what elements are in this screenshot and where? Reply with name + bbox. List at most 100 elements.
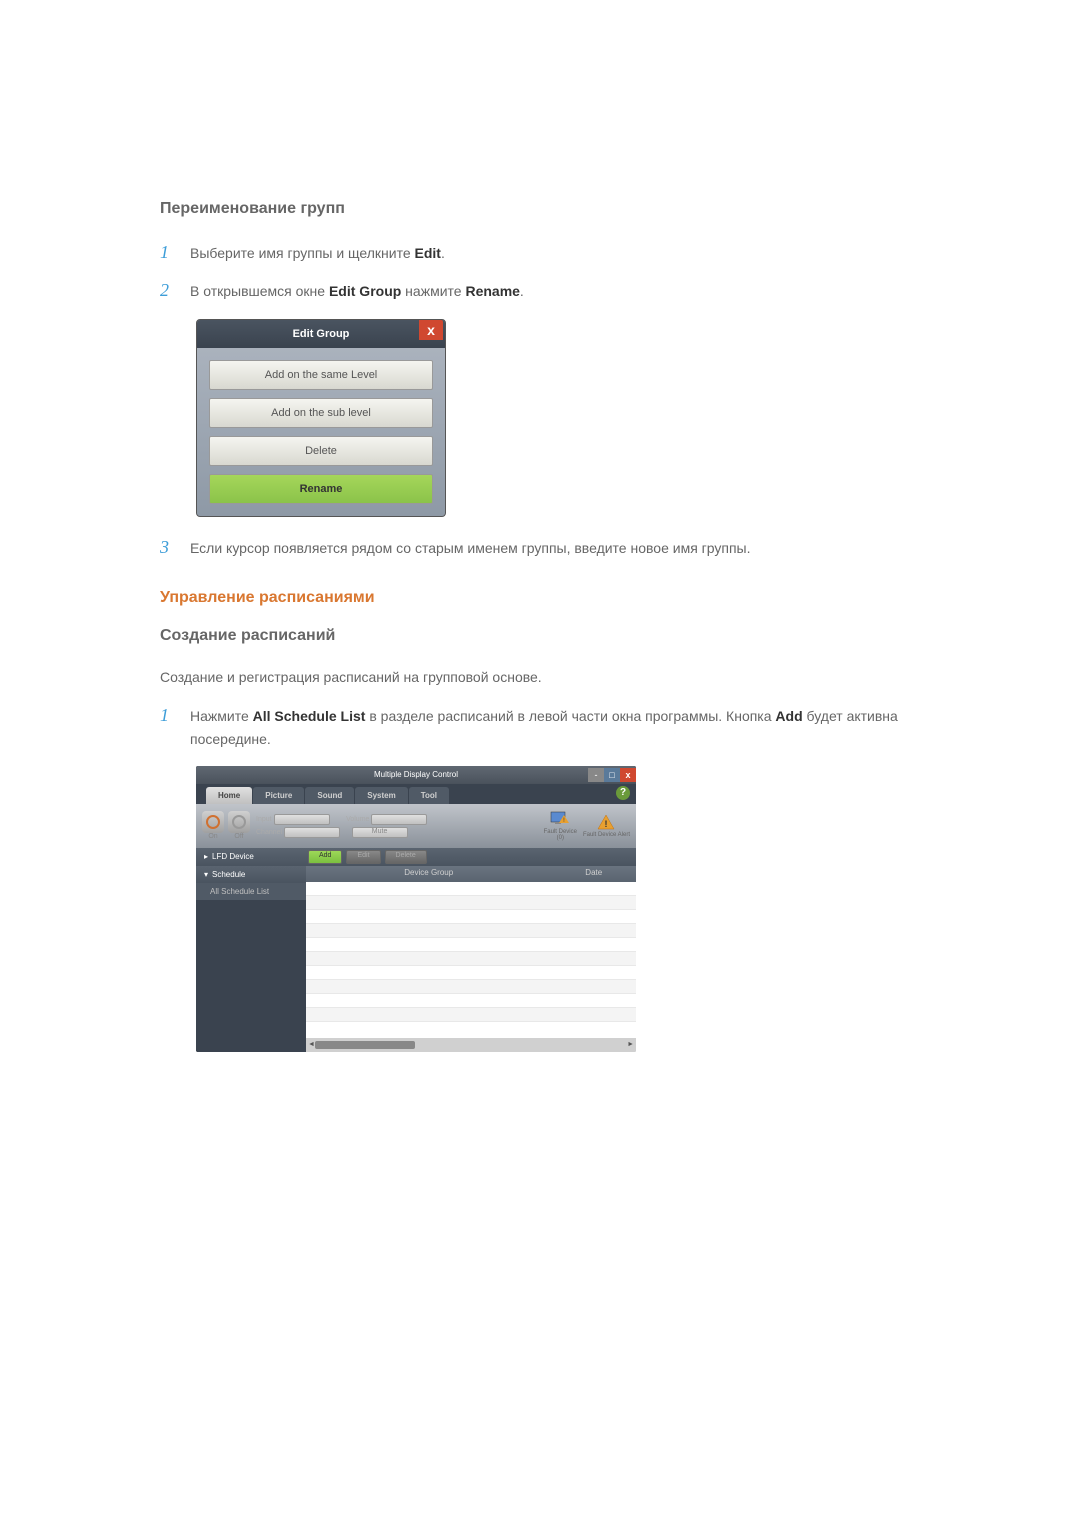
text-bold: Edit (415, 245, 441, 261)
heading-schedule-mgmt: Управление расписаниями (160, 589, 920, 607)
dialog-header: Edit Group x (197, 320, 445, 348)
edit-button: Edit (346, 850, 380, 864)
add-same-level-button[interactable]: Add on the same Level (209, 360, 433, 390)
text-part: Выберите имя группы и щелкните (190, 245, 415, 261)
text-part: Нажмите (190, 708, 253, 724)
app-body: ▾ Schedule All Schedule List Device Grou… (196, 866, 636, 1052)
step-2: 2 В открывшемся окне Edit Group нажмите … (160, 280, 920, 302)
power-on-button[interactable] (202, 811, 224, 833)
volume-section: Volume xMute (346, 814, 427, 838)
help-icon[interactable]: ? (616, 786, 630, 800)
input-label: Input (256, 816, 272, 823)
table-row (306, 882, 636, 896)
text-bold: Edit Group (329, 283, 401, 299)
text-part: . (520, 283, 524, 299)
table-row (306, 896, 636, 910)
table-row (306, 1008, 636, 1022)
sidebar-schedule[interactable]: ▾ Schedule (196, 866, 306, 883)
delete-button: Delete (385, 850, 427, 864)
step-number: 2 (160, 280, 190, 301)
sidebar-label: LFD Device (212, 852, 254, 861)
horizontal-scrollbar[interactable]: ◄ ► (306, 1038, 636, 1052)
power-off-label: Off (234, 833, 243, 840)
tab-picture[interactable]: Picture (253, 787, 304, 804)
volume-stepper[interactable] (371, 814, 427, 825)
sidebar-label: Schedule (212, 870, 245, 879)
volume-label: Volume (346, 816, 369, 823)
edit-group-dialog: Edit Group x Add on the same Level Add o… (196, 319, 446, 517)
rename-button[interactable]: Rename (209, 474, 433, 504)
power-on-label: On (208, 833, 217, 840)
channel-stepper[interactable] (284, 827, 340, 838)
section-title: Создание расписаний (160, 627, 920, 645)
content-header: Device Group Date (306, 866, 636, 882)
step-text: В открывшемся окне Edit Group нажмите Re… (190, 280, 524, 302)
mute-button[interactable]: Mute (352, 827, 408, 838)
dialog-body: Add on the same Level Add on the sub lev… (197, 348, 445, 516)
minimize-button[interactable]: - (588, 768, 604, 782)
app-titlebar: Multiple Display Control - □ x (196, 766, 636, 784)
app-tabs: Home Picture Sound System Tool ? (196, 784, 636, 804)
sidebar-lfd-device[interactable]: ▸ LFD Device (196, 848, 306, 866)
power-off-icon (232, 815, 246, 829)
dialog-title: Edit Group (197, 328, 445, 340)
close-button[interactable]: x (620, 768, 636, 782)
sidebar-item-all-schedule[interactable]: All Schedule List (196, 883, 306, 900)
chevron-down-icon: ▾ (204, 870, 208, 879)
input-dropdown[interactable] (274, 814, 330, 825)
step-number: 3 (160, 537, 190, 558)
app-sidebar: ▾ Schedule All Schedule List (196, 866, 306, 1052)
action-bar: Add Edit Delete (306, 848, 636, 866)
scroll-left-icon[interactable]: ◄ (308, 1041, 315, 1048)
step-number: 1 (160, 242, 190, 263)
column-device-group: Device Group (306, 866, 552, 882)
edit-group-dialog-screenshot: Edit Group x Add on the same Level Add o… (196, 319, 920, 517)
table-row (306, 966, 636, 980)
tab-home[interactable]: Home (206, 787, 252, 804)
text-part: в разделе расписаний в левой части окна … (365, 708, 775, 724)
app-content: Device Group Date ◄ ► (306, 866, 636, 1052)
section-rename-groups: Переименование групп 1 Выберите имя груп… (160, 200, 920, 559)
text-part: . (441, 245, 445, 261)
scrollbar-thumb[interactable] (315, 1041, 415, 1049)
step-1-schedule: 1 Нажмите All Schedule List в разделе ра… (160, 705, 920, 750)
fault-alert-group: ! Fault Device Alert (583, 813, 630, 838)
scroll-right-icon[interactable]: ► (627, 1041, 634, 1048)
tab-tool[interactable]: Tool (409, 787, 449, 804)
step-text: Нажмите All Schedule List в разделе расп… (190, 705, 920, 750)
content-rows (306, 882, 636, 1038)
delete-button[interactable]: Delete (209, 436, 433, 466)
table-row (306, 938, 636, 952)
step-number: 1 (160, 705, 190, 726)
power-section: On Off (202, 811, 250, 840)
table-row (306, 980, 636, 994)
step-text: Если курсор появляется рядом со старым и… (190, 537, 751, 559)
column-date: Date (552, 866, 637, 882)
text-part: нажмите (401, 283, 465, 299)
app-title: Multiple Display Control (374, 770, 458, 779)
text-part: В открывшемся окне (190, 283, 329, 299)
fault-device-group: ! Fault Device(0) (544, 810, 577, 841)
step-text: Выберите имя группы и щелкните Edit. (190, 242, 445, 264)
maximize-button[interactable]: □ (604, 768, 620, 782)
step-1: 1 Выберите имя группы и щелкните Edit. (160, 242, 920, 264)
fault-device-label: Fault Device(0) (544, 829, 577, 841)
table-row (306, 924, 636, 938)
add-button[interactable]: Add (308, 850, 342, 864)
warning-icon[interactable]: ! (596, 813, 616, 831)
add-sub-level-button[interactable]: Add on the sub level (209, 398, 433, 428)
power-off-button[interactable] (228, 811, 250, 833)
tab-sound[interactable]: Sound (305, 787, 354, 804)
table-row (306, 910, 636, 924)
app-screenshot: Multiple Display Control - □ x Home Pict… (196, 766, 636, 1052)
fault-alert-label: Fault Device Alert (583, 832, 630, 838)
step-3: 3 Если курсор появляется рядом со старым… (160, 537, 920, 559)
app-toolbar: On Off Input Channel Volume xMute ! Fau (196, 804, 636, 848)
close-icon[interactable]: x (419, 320, 443, 340)
monitor-alert-icon[interactable]: ! (550, 810, 570, 828)
section-title: Переименование групп (160, 200, 920, 218)
input-section: Input Channel (256, 814, 340, 838)
tab-system[interactable]: System (355, 787, 407, 804)
body-text: Создание и регистрация расписаний на гру… (160, 669, 920, 685)
window-controls: - □ x (588, 768, 636, 782)
